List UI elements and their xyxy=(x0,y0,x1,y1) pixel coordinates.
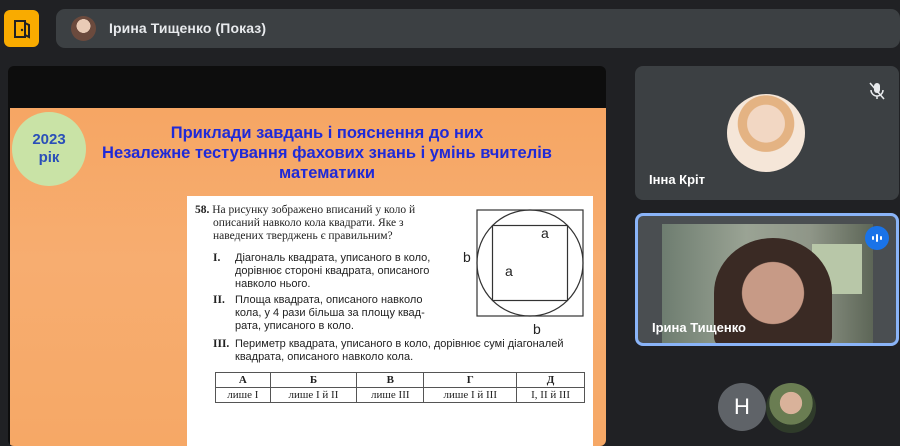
answer-table: А Б В Г Д лише I лише I й II лише III ли… xyxy=(215,372,585,403)
mic-off-icon xyxy=(869,82,885,100)
slide-title-line-3: математики xyxy=(279,164,375,182)
speaking-indicator xyxy=(865,226,889,250)
geometry-figure: a a b b xyxy=(463,209,584,337)
answer-option: лише III xyxy=(356,387,425,403)
statement-1-line-2: дорівнює стороні квадрата, описаного xyxy=(235,265,430,277)
year-word: рік xyxy=(38,149,60,166)
participant-tile-2[interactable]: Ірина Тищенко xyxy=(635,213,899,346)
problem-card: 58. На рисунку зображено вписаний у коло… xyxy=(187,196,593,446)
slide-title: Приклади завдань і пояснення до них Неза… xyxy=(72,123,582,183)
problem-number: 58. xyxy=(195,204,210,216)
label-a-left: a xyxy=(505,263,513,279)
inner-square xyxy=(491,224,569,302)
year-number: 2023 xyxy=(32,131,66,148)
answer-options-row: лише I лише I й II лише III лише I й III… xyxy=(215,387,585,403)
statement-2-roman: II. xyxy=(213,294,225,306)
label-b-left: b xyxy=(463,249,471,265)
participant-name: Ірина Тищенко xyxy=(652,320,747,335)
answer-option: лише I xyxy=(215,387,271,403)
answer-header: Г xyxy=(423,372,518,388)
presenter-indicator[interactable]: Ірина Тищенко (Показ) xyxy=(56,9,900,48)
statement-3-line-2: квадрата, описаного навколо кола. xyxy=(235,351,414,363)
app-menu-button[interactable] xyxy=(4,10,39,47)
door-icon xyxy=(13,19,30,39)
answer-header-row: А Б В Г Д xyxy=(215,372,585,388)
presenter-name: Ірина Тищенко (Показ) xyxy=(109,20,267,36)
answer-header: Д xyxy=(516,372,585,388)
answer-header: Б xyxy=(269,372,358,388)
problem-text-1: На рисунку зображено вписаний у коло й xyxy=(212,204,416,216)
answer-option: лише I й II xyxy=(269,387,358,403)
meet-window: Ірина Тищенко (Показ) 2023 рік Приклади … xyxy=(0,0,900,446)
presenter-avatar xyxy=(71,16,96,41)
statement-2-line-3: рата, уписаного в коло. xyxy=(235,320,354,332)
shared-screen: 2023 рік Приклади завдань і пояснення до… xyxy=(8,66,606,446)
top-bar: Ірина Тищенко (Показ) xyxy=(0,0,900,56)
problem-text-2: описаний навколо кола квадрати. Яке з xyxy=(213,217,404,229)
statement-2-line-1: Площа квадрата, описаного навколо xyxy=(235,294,423,306)
answer-header: А xyxy=(215,372,271,388)
participant-avatar xyxy=(727,94,805,172)
answer-option: I, II й III xyxy=(516,387,585,403)
presentation-slide: 2023 рік Приклади завдань і пояснення до… xyxy=(10,108,606,446)
statement-3-line-1: Периметр квадрата, уписаного в коло, дор… xyxy=(235,338,564,350)
label-a-top: a xyxy=(541,225,549,241)
answer-header: В xyxy=(356,372,425,388)
label-b-bottom: b xyxy=(533,321,541,337)
answer-option: лише I й III xyxy=(423,387,518,403)
participant-photo-avatar xyxy=(766,383,816,433)
statement-1-line-3: навколо нього. xyxy=(235,278,311,290)
participant-tile-1[interactable]: Інна Кріт xyxy=(635,66,899,200)
participant-name: Інна Кріт xyxy=(649,172,706,187)
problem-statement: 58. На рисунку зображено вписаний у коло… xyxy=(195,204,457,243)
statement-1-roman: I. xyxy=(213,252,221,264)
audio-level-icon xyxy=(872,234,882,242)
slide-title-line-1: Приклади завдань і пояснення до них xyxy=(170,124,484,142)
slide-title-line-2: Незалежне тестування фахових знань і умі… xyxy=(102,144,552,162)
statement-2-line-2: кола, у 4 рази більша за площу квад- xyxy=(235,307,425,319)
participant-initial-avatar: Н xyxy=(718,383,766,431)
problem-text-3: наведених тверджень є правильним? xyxy=(213,230,393,242)
statement-3-roman: III. xyxy=(213,338,230,350)
statement-1-line-1: Діагональ квадрата, уписаного в коло, xyxy=(235,252,431,264)
